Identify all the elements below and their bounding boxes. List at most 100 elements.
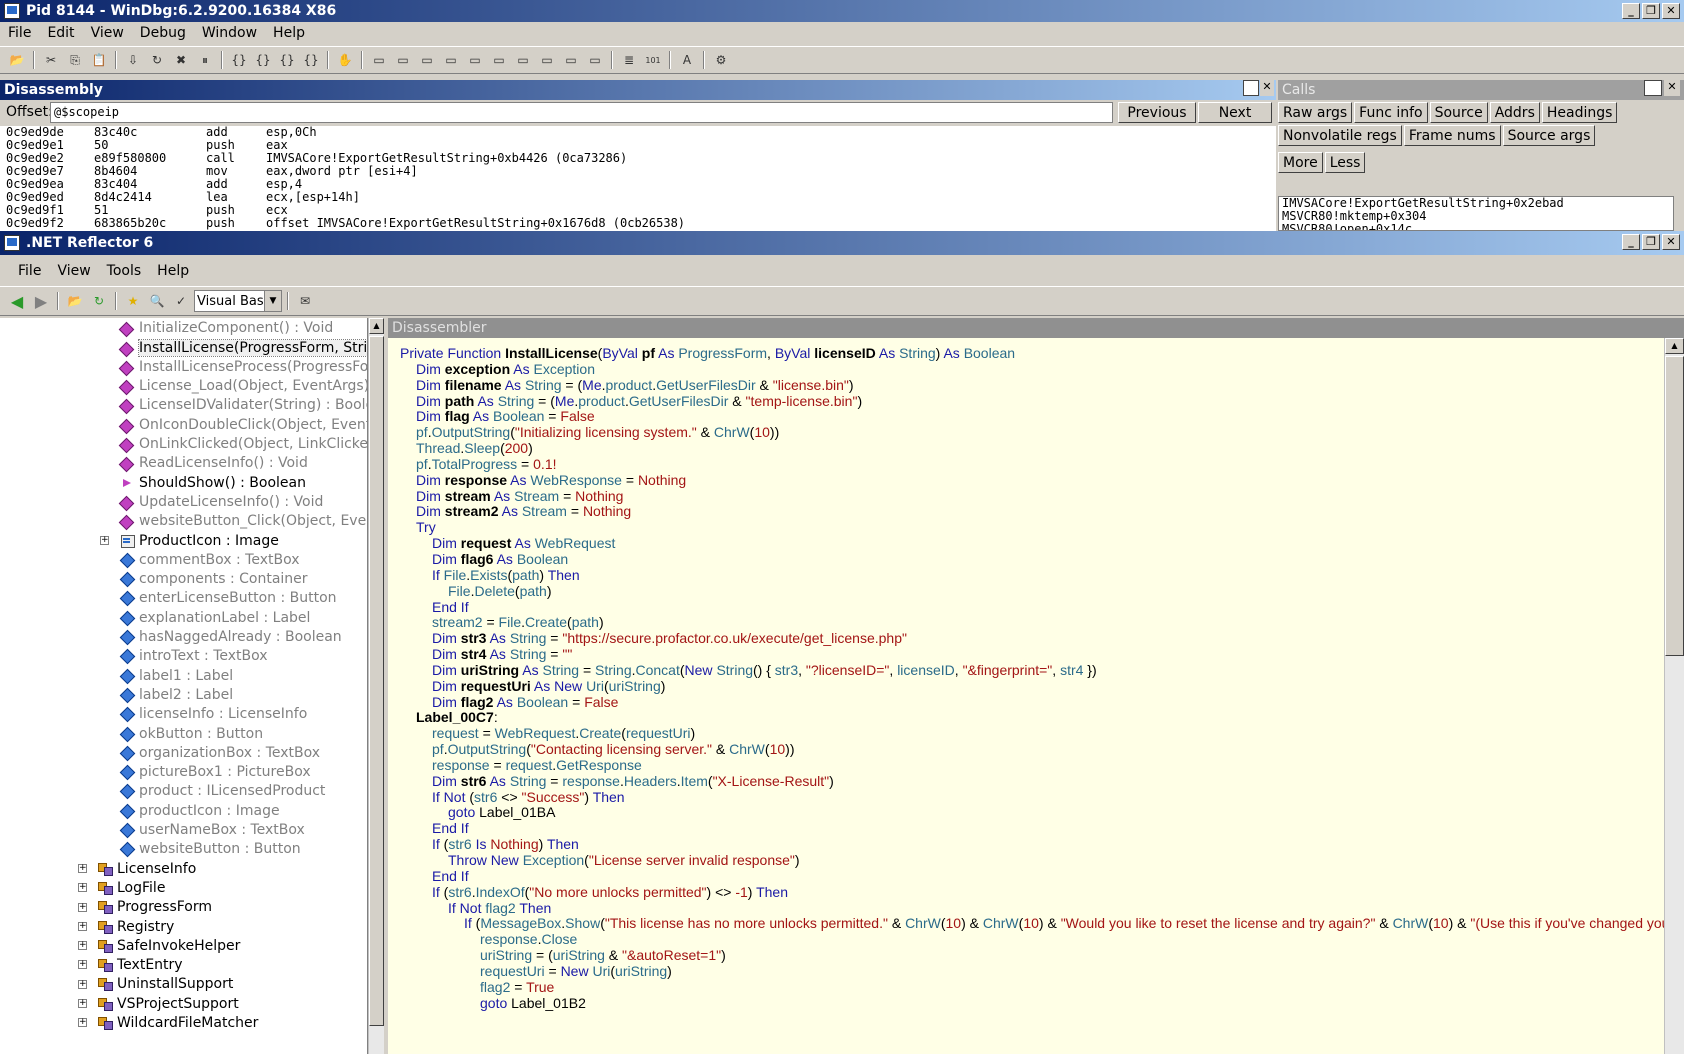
- command-window-icon[interactable]: ▭: [368, 50, 390, 70]
- tree-item[interactable]: UninstallSupport: [98, 975, 233, 994]
- code-line[interactable]: End If: [400, 868, 1664, 885]
- tree-item[interactable]: introText : TextBox: [120, 647, 268, 666]
- step-over-icon[interactable]: {}: [252, 50, 274, 70]
- code-line[interactable]: goto Label_01B2: [400, 995, 1664, 1012]
- paste-icon[interactable]: 📋: [88, 50, 110, 70]
- code-line[interactable]: Label_00C7:: [400, 709, 1664, 726]
- source-mode-icon[interactable]: ▭: [584, 50, 606, 70]
- tree-item[interactable]: VSProjectSupport: [98, 995, 239, 1014]
- menu-help[interactable]: Help: [265, 25, 313, 41]
- disasm-window-icon[interactable]: ▭: [512, 50, 534, 70]
- code-line[interactable]: Dim response As WebResponse = Nothing: [400, 472, 1664, 489]
- menu-view[interactable]: View: [83, 25, 132, 41]
- previous-button[interactable]: Previous: [1118, 102, 1196, 123]
- code-line[interactable]: If Not (str6 <> "Success") Then: [400, 789, 1664, 806]
- step-into-icon[interactable]: {}: [228, 50, 250, 70]
- run-to-cursor-icon[interactable]: {}: [300, 50, 322, 70]
- code-line[interactable]: pf.TotalProgress = 0.1!: [400, 456, 1664, 473]
- bookmark-icon[interactable]: ★: [122, 291, 144, 311]
- code-scrollbar[interactable]: ▲: [1664, 338, 1684, 1054]
- code-line[interactable]: Dim str3 As String = "https://secure.pro…: [400, 630, 1664, 647]
- tree-item[interactable]: InstallLicenseProcess(ProgressForm,: [120, 358, 367, 377]
- call-stack-list[interactable]: IMVSACore!ExportGetResultString+0x2ebad M…: [1278, 196, 1674, 231]
- code-line[interactable]: flag2 = True: [400, 979, 1664, 996]
- call-stack-frame[interactable]: MSVCR80!open+0x14c: [1282, 223, 1673, 231]
- addrs-button[interactable]: Addrs: [1489, 102, 1540, 123]
- tree-expander-icon[interactable]: +: [100, 535, 109, 545]
- code-line[interactable]: If Not flag2 Then: [400, 900, 1664, 917]
- reflector-menu-help[interactable]: Help: [149, 263, 197, 279]
- next-button[interactable]: Next: [1198, 102, 1272, 123]
- open-assembly-icon[interactable]: 📂: [64, 291, 86, 311]
- tree-item[interactable]: ShouldShow() : Boolean: [120, 473, 306, 492]
- tree-item[interactable]: ProductIcon : Image: [120, 531, 279, 550]
- open-icon[interactable]: 📂: [6, 50, 28, 70]
- menu-window[interactable]: Window: [194, 25, 265, 41]
- tree-scrollbar[interactable]: ▲: [368, 318, 384, 1054]
- step-out-icon[interactable]: {}: [276, 50, 298, 70]
- tree-item[interactable]: ReadLicenseInfo() : Void: [120, 454, 308, 473]
- calls-window-icon[interactable]: ▭: [488, 50, 510, 70]
- disasm-line[interactable]: 0c9ed9f2 683865b20c push offset IMVSACore!E…: [6, 217, 1276, 230]
- code-line[interactable]: response.Close: [400, 931, 1664, 948]
- tree-item[interactable]: WildcardFileMatcher: [98, 1014, 258, 1033]
- tree-scroll-thumb[interactable]: [369, 336, 384, 1026]
- code-line[interactable]: If File.Exists(path) Then: [400, 567, 1664, 584]
- raw-args-button[interactable]: Raw args: [1278, 102, 1353, 123]
- tree-expander-icon[interactable]: +: [78, 941, 87, 951]
- code-line[interactable]: stream2 = File.Create(path): [400, 614, 1664, 631]
- code-line[interactable]: Dim requestUri As New Uri(uriString): [400, 678, 1664, 695]
- tree-item[interactable]: Registry: [98, 917, 174, 936]
- code-line[interactable]: Try: [400, 519, 1664, 536]
- reflector-minimize-button[interactable]: _: [1622, 234, 1640, 250]
- tree-item[interactable]: TextEntry: [98, 956, 183, 975]
- font-icon[interactable]: A: [676, 50, 698, 70]
- code-line[interactable]: Dim path As String = (Me.product.GetUser…: [400, 393, 1664, 410]
- code-line[interactable]: If (str6 Is Nothing) Then: [400, 836, 1664, 853]
- tree-item[interactable]: websiteButton_Click(Object, EventA: [120, 512, 367, 531]
- code-line[interactable]: Dim str6 As String = response.Headers.It…: [400, 773, 1664, 790]
- addin-icon[interactable]: ✉: [294, 291, 316, 311]
- tree-item[interactable]: websiteButton : Button: [120, 840, 301, 859]
- tree-item[interactable]: OnLinkClicked(Object, LinkClickedEv: [120, 435, 367, 454]
- offset-input[interactable]: @$scopeip: [50, 102, 1113, 123]
- scratch-window-icon[interactable]: ▭: [536, 50, 558, 70]
- assembly-tree[interactable]: InitializeComponent() : Void InstallLicen…: [0, 318, 368, 1054]
- tree-item[interactable]: product : ILicensedProduct: [120, 782, 325, 801]
- source-mode-toggle-icon[interactable]: ≣: [618, 50, 640, 70]
- stop-icon[interactable]: ✖: [170, 50, 192, 70]
- tree-item[interactable]: okButton : Button: [120, 724, 263, 743]
- tree-expander-icon[interactable]: +: [78, 1018, 87, 1028]
- tree-item[interactable]: UpdateLicenseInfo() : Void: [120, 493, 323, 512]
- analyze-icon[interactable]: ✓: [170, 291, 192, 311]
- tree-item[interactable]: pictureBox1 : PictureBox: [120, 763, 311, 782]
- chevron-down-icon[interactable]: ▼: [264, 291, 281, 311]
- code-line[interactable]: End If: [400, 820, 1664, 837]
- pane-dock-icon[interactable]: [1243, 80, 1259, 96]
- code-line[interactable]: Dim request As WebRequest: [400, 535, 1664, 552]
- tree-item[interactable]: InitializeComponent() : Void: [120, 319, 333, 338]
- code-line[interactable]: Dim stream2 As Stream = Nothing: [400, 504, 1664, 520]
- menu-file[interactable]: File: [0, 25, 39, 41]
- menu-debug[interactable]: Debug: [132, 25, 194, 41]
- code-line[interactable]: Dim stream As Stream = Nothing: [400, 488, 1664, 505]
- code-scroll-thumb[interactable]: [1665, 356, 1684, 656]
- memory-window-icon[interactable]: ▭: [464, 50, 486, 70]
- tree-item[interactable]: enterLicenseButton : Button: [120, 589, 337, 608]
- code-line[interactable]: Private Function InstallLicense(ByVal pf…: [400, 345, 1664, 362]
- nonvolatile-regs-button[interactable]: Nonvolatile regs: [1278, 125, 1402, 146]
- tree-item[interactable]: LogFile: [98, 879, 165, 898]
- tree-item[interactable]: LicenseIDValidater(String) : Boolean: [120, 396, 367, 415]
- hex-mode-icon[interactable]: 101: [642, 50, 664, 70]
- disassembly-listing[interactable]: 0c9ed9de 83c40c add esp,0Ch 0c9ed9e1 50 push ea…: [0, 126, 1276, 231]
- restore-button[interactable]: ❐: [1642, 3, 1660, 19]
- refresh-icon[interactable]: ↻: [88, 291, 110, 311]
- tree-item[interactable]: label2 : Label: [120, 686, 233, 705]
- reflector-restore-button[interactable]: ❐: [1642, 234, 1660, 250]
- code-line[interactable]: Dim flag As Boolean = False: [400, 408, 1664, 425]
- disassembler-code-area[interactable]: Private Function InstallLicense(ByVal pf…: [388, 338, 1664, 1054]
- code-line[interactable]: uriString = (uriString & "&autoReset=1"): [400, 947, 1664, 964]
- forward-icon[interactable]: ▶: [30, 291, 52, 311]
- watch-window-icon[interactable]: ▭: [392, 50, 414, 70]
- code-line[interactable]: If (str6.IndexOf("No more unlocks permit…: [400, 884, 1664, 901]
